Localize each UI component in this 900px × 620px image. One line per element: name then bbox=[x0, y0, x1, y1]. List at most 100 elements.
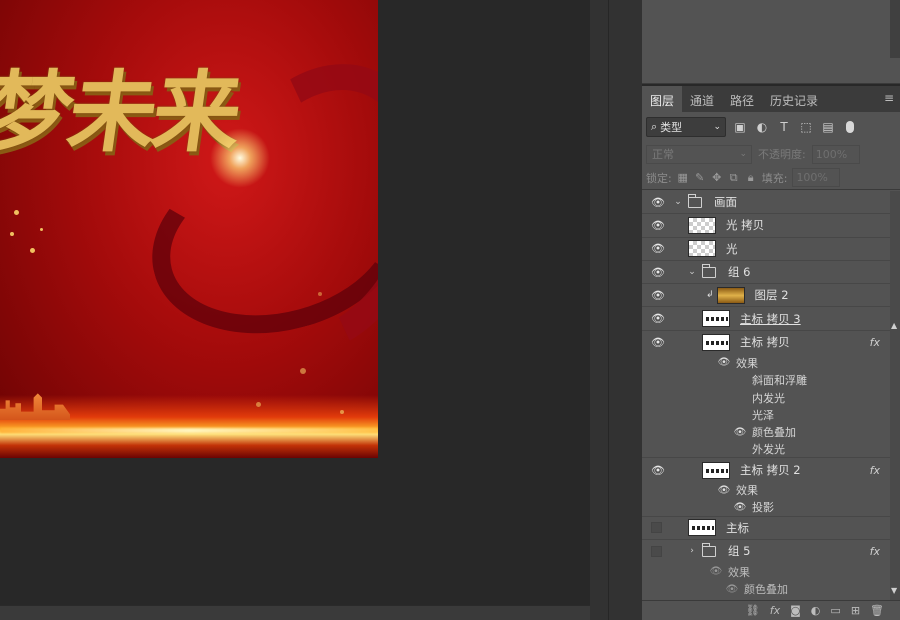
layer-zhubiao[interactable]: 主标 bbox=[642, 517, 890, 540]
effect-label: 内发光 bbox=[752, 391, 785, 405]
eye-icon[interactable]: 👁︎ bbox=[650, 196, 666, 209]
effect-inner-glow[interactable]: 内发光 bbox=[642, 389, 890, 406]
eye-icon[interactable]: 👁︎ bbox=[650, 464, 666, 477]
folder-icon bbox=[702, 542, 716, 557]
type-filter-icon[interactable]: T bbox=[776, 119, 792, 135]
layer-zhubiao-copy-3[interactable]: 👁︎ 主标 拷贝 3 bbox=[642, 307, 890, 331]
new-layer-icon[interactable]: ⊞ bbox=[851, 604, 860, 617]
lock-artboard-icon[interactable]: ⧉ bbox=[728, 171, 740, 185]
upper-panel-scrollbar[interactable] bbox=[890, 0, 900, 58]
layer-guang[interactable]: 👁︎ 光 bbox=[642, 238, 890, 261]
fill-value: 100% bbox=[796, 171, 828, 184]
trash-icon[interactable]: 🗑︎ bbox=[870, 604, 884, 617]
layer-name: 主标 拷贝 2 bbox=[740, 463, 801, 478]
layer-name: 图层 2 bbox=[754, 288, 789, 303]
layer-name: 主标 拷贝 bbox=[740, 335, 790, 350]
visibility-toggle-off[interactable] bbox=[651, 522, 662, 534]
shape-filter-icon[interactable]: ⬚ bbox=[798, 119, 814, 135]
bokeh-dot bbox=[256, 402, 261, 407]
effect-outer-glow[interactable]: 外发光 bbox=[642, 441, 890, 459]
bokeh-dot bbox=[340, 410, 344, 414]
effect-color-overlay[interactable]: 👁︎ 颜色叠加 bbox=[642, 580, 890, 597]
opacity-label: 不透明度: bbox=[758, 148, 806, 161]
blend-mode-select[interactable]: 正常 ⌄ bbox=[646, 144, 752, 164]
layer-zhubiao-copy[interactable]: 👁︎ 主标 拷贝 fx bbox=[642, 331, 890, 354]
effect-satin[interactable]: 光泽 bbox=[642, 406, 890, 423]
layer-group-huamian[interactable]: 👁︎ ⌄ 画面 bbox=[642, 191, 890, 215]
eye-icon[interactable]: 👁︎ bbox=[650, 219, 666, 232]
eye-icon[interactable]: 👁︎ bbox=[716, 485, 732, 496]
effect-label: 效果 bbox=[736, 484, 758, 498]
panel-menu-icon[interactable]: ≡ bbox=[878, 86, 900, 112]
chevron-down-icon: ⌄ bbox=[713, 122, 721, 132]
layer-group-6[interactable]: 👁︎ ⌄ 组 6 bbox=[642, 261, 890, 285]
tab-history[interactable]: 历史记录 bbox=[762, 86, 826, 112]
layer-name: 画面 bbox=[714, 195, 737, 210]
layer-guang-copy[interactable]: 👁︎ 光 拷贝 bbox=[642, 214, 890, 238]
lock-transparency-icon[interactable]: ▦ bbox=[677, 171, 689, 184]
layer-zhubiao-copy-2[interactable]: 👁︎ 主标 拷贝 2 fx bbox=[642, 458, 890, 481]
adjustment-layer-icon[interactable]: ◐ bbox=[811, 604, 821, 617]
eye-icon[interactable]: 👁︎ bbox=[716, 357, 732, 368]
eye-icon[interactable]: 👁︎ bbox=[650, 289, 666, 302]
layer-2[interactable]: 👁︎ ↲ 图层 2 bbox=[642, 284, 890, 308]
effect-drop-shadow[interactable]: 👁︎ 投影 bbox=[642, 499, 890, 517]
eye-icon[interactable]: 👁︎ bbox=[650, 266, 666, 279]
filter-row: ⌕ 类型 ⌄ ▣ ◐ T ⬚ ▤ bbox=[642, 112, 900, 142]
layer-group-5[interactable]: › 组 5 fx bbox=[642, 540, 890, 563]
chevron-down-icon[interactable]: ⌄ bbox=[672, 197, 684, 207]
chevron-down-icon[interactable]: ▼ bbox=[891, 586, 897, 595]
lock-position-icon[interactable]: ✥ bbox=[711, 171, 723, 184]
eye-icon[interactable]: 👁︎ bbox=[732, 502, 748, 513]
effect-bevel[interactable]: 斜面和浮雕 bbox=[642, 371, 890, 388]
lens-flare bbox=[210, 128, 270, 188]
fx-icon[interactable]: fx bbox=[870, 464, 880, 477]
filter-toggle[interactable] bbox=[846, 121, 854, 133]
chevron-up-icon[interactable]: ▲ bbox=[891, 321, 897, 330]
document-canvas-area[interactable]: 梦未来 bbox=[0, 0, 590, 605]
effect-label: 颜色叠加 bbox=[744, 583, 788, 597]
effects-row[interactable]: 👁︎ 效果 bbox=[642, 563, 890, 580]
tab-layers[interactable]: 图层 bbox=[642, 86, 683, 112]
lock-row: 锁定: ▦ ✎ ✥ ⧉ 🔒︎ 填充: 100% bbox=[642, 166, 900, 190]
effect-label: 效果 bbox=[728, 565, 750, 579]
effects-row[interactable]: 👁︎ 效果 bbox=[642, 482, 890, 499]
chevron-down-icon[interactable]: ⌄ bbox=[686, 267, 698, 277]
layer-thumbnail bbox=[716, 286, 745, 304]
lock-label: 锁定: bbox=[646, 171, 672, 185]
effects-row[interactable]: 👁︎ 效果 bbox=[642, 354, 890, 371]
add-style-icon[interactable]: fx bbox=[770, 604, 780, 617]
lock-all-icon[interactable]: 🔒︎ bbox=[745, 171, 757, 185]
eye-icon[interactable]: 👁︎ bbox=[650, 312, 666, 325]
fx-icon[interactable]: fx bbox=[870, 545, 880, 558]
effect-label: 光泽 bbox=[752, 408, 774, 422]
new-group-icon[interactable]: ▭ bbox=[830, 604, 840, 617]
adjustment-filter-icon[interactable]: ◐ bbox=[754, 119, 770, 135]
smart-object-filter-icon[interactable]: ▤ bbox=[820, 119, 836, 135]
eye-icon[interactable]: 👁︎ bbox=[724, 584, 740, 595]
fx-icon[interactable]: fx bbox=[870, 336, 880, 349]
layer-name: 光 bbox=[726, 241, 738, 256]
fill-input[interactable]: 100% bbox=[792, 168, 841, 187]
eye-icon[interactable]: 👁︎ bbox=[650, 336, 666, 349]
layer-thumbnail bbox=[702, 310, 730, 328]
tab-paths[interactable]: 路径 bbox=[722, 86, 762, 112]
add-mask-icon[interactable]: ◙ bbox=[790, 604, 801, 617]
layer-name: 组 5 bbox=[728, 544, 751, 559]
effect-color-overlay[interactable]: 👁︎ 颜色叠加 bbox=[642, 424, 890, 441]
eye-icon[interactable]: 👁︎ bbox=[708, 566, 724, 577]
eye-icon[interactable]: 👁︎ bbox=[732, 427, 748, 438]
tab-channels[interactable]: 通道 bbox=[682, 86, 722, 112]
chevron-right-icon[interactable]: › bbox=[686, 546, 698, 556]
blend-row: 正常 ⌄ 不透明度: 100% bbox=[642, 142, 900, 166]
visibility-toggle-off[interactable] bbox=[651, 545, 662, 557]
opacity-input[interactable]: 100% bbox=[811, 144, 860, 164]
layer-name: 光 拷贝 bbox=[726, 218, 765, 233]
horizontal-scrollbar[interactable] bbox=[0, 605, 590, 620]
lock-image-icon[interactable]: ✎ bbox=[694, 171, 706, 184]
filter-kind-select[interactable]: ⌕ 类型 ⌄ bbox=[646, 117, 726, 137]
eye-icon[interactable]: 👁︎ bbox=[650, 242, 666, 255]
pixel-filter-icon[interactable]: ▣ bbox=[732, 119, 748, 135]
layers-scrollbar[interactable]: ▲ ▼ bbox=[890, 191, 900, 601]
link-layers-icon[interactable]: ⛓ bbox=[746, 604, 760, 617]
